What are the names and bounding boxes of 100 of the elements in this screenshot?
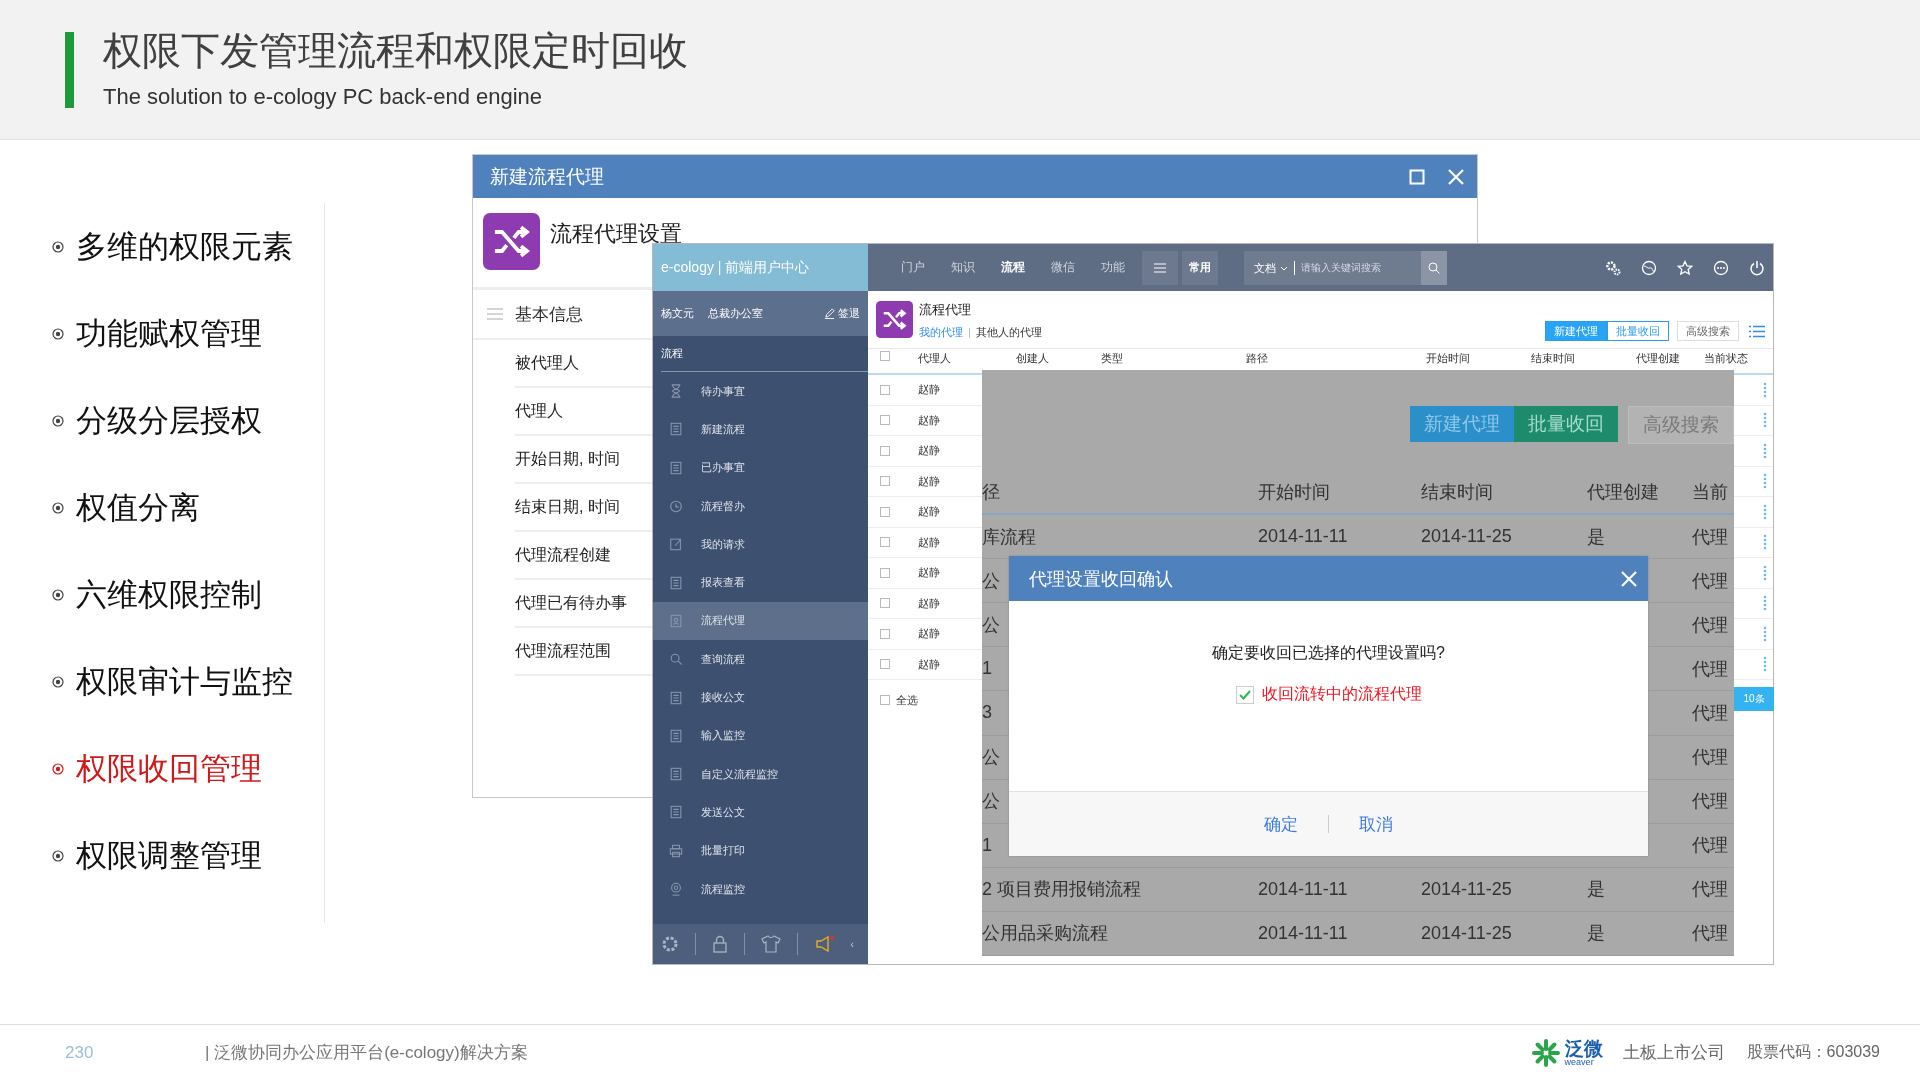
globe-icon[interactable]	[1641, 259, 1657, 276]
document-icon	[669, 805, 683, 820]
action-button[interactable]: 批量收回	[1514, 406, 1618, 442]
list-icon[interactable]	[1749, 324, 1765, 338]
table-cell-text: 公	[982, 613, 1000, 637]
sidebar-item[interactable]: 接收公文	[653, 678, 868, 717]
sidebar-item[interactable]: 批量打印	[653, 831, 868, 870]
table-cell: 赵静	[918, 412, 940, 428]
filter-tab[interactable]: 我的代理	[919, 325, 963, 340]
nav-tab[interactable]: 微信	[1038, 259, 1088, 276]
table-cell: 赵静	[918, 534, 940, 550]
printer-icon	[669, 843, 683, 858]
nav-tab[interactable]: 知识	[938, 259, 988, 276]
nav-tab[interactable]: 功能	[1088, 259, 1138, 276]
star-icon[interactable]	[1677, 259, 1693, 276]
nav-tab[interactable]: 门户	[888, 259, 938, 276]
power-icon[interactable]	[1749, 259, 1765, 276]
filter-tab[interactable]: 其他人的代理	[976, 325, 1042, 340]
logout-link[interactable]: 签退	[824, 306, 860, 321]
table-cell-text: 代理	[1692, 525, 1728, 549]
shirt-icon[interactable]	[761, 935, 782, 953]
column-header: 开始时间	[1426, 351, 1470, 366]
search-button[interactable]	[1421, 250, 1447, 285]
quick-button[interactable]: 常用	[1182, 250, 1218, 285]
vertical-dots-icon[interactable]	[1763, 503, 1767, 520]
sidebar-item[interactable]: 我的请求	[653, 525, 868, 564]
document-icon	[669, 690, 683, 705]
action-button[interactable]: 批量收回	[1607, 321, 1669, 341]
checkbox[interactable]	[880, 567, 890, 578]
checkbox[interactable]	[880, 384, 890, 395]
checkbox[interactable]	[880, 506, 890, 517]
user-name: 杨文元	[661, 306, 694, 321]
dialog-button[interactable]: 确定	[1264, 812, 1298, 836]
table-cell-text: 代理	[1692, 657, 1728, 681]
logo-subtext: weaver	[1564, 1057, 1594, 1067]
table-cell: 赵静	[918, 382, 940, 398]
checkbox[interactable]	[880, 659, 890, 670]
vertical-dots-icon[interactable]	[1763, 595, 1767, 612]
vertical-dots-icon[interactable]	[1763, 564, 1767, 581]
sidebar-item[interactable]: 发送公文	[653, 793, 868, 832]
sidebar-section-title: 流程	[661, 346, 683, 361]
table-cell: 2014-11-25	[1421, 922, 1512, 944]
table-cell: 1	[982, 834, 992, 856]
column-header: 代理创建	[1636, 351, 1680, 366]
checkbox[interactable]	[880, 537, 890, 548]
sidebar-item[interactable]: 查询流程	[653, 640, 868, 679]
pen-icon	[824, 308, 835, 319]
vertical-dots-icon[interactable]	[1763, 656, 1767, 673]
action-button[interactable]: 高级搜索	[1677, 321, 1739, 341]
checkbox[interactable]	[880, 598, 890, 609]
nav-tab[interactable]: 流程	[988, 259, 1038, 276]
column-header: 结束时间	[1421, 480, 1493, 504]
gear-icon[interactable]	[661, 935, 680, 953]
table-cell-text: 代理	[1692, 701, 1728, 725]
search-scope[interactable]: 文档	[1244, 260, 1295, 275]
search-icon	[669, 652, 683, 667]
checkbox[interactable]	[880, 476, 890, 487]
table-cell: 赵静	[918, 626, 940, 642]
sidebar-item[interactable]: 流程代理	[653, 601, 868, 641]
lock-icon[interactable]	[712, 935, 729, 953]
column-header: 当前状态	[1704, 351, 1748, 366]
vertical-dots-icon[interactable]	[1763, 442, 1767, 459]
checkbox[interactable]	[880, 351, 890, 361]
table-cell-text: 代理	[1692, 613, 1728, 637]
sidebar-item[interactable]: 自定义流程监控	[653, 754, 868, 794]
vertical-dots-icon[interactable]	[1763, 625, 1767, 642]
window-title: 新建流程代理	[490, 164, 605, 189]
close-icon[interactable]	[1620, 569, 1638, 588]
topic-label: 多维的权限元素	[76, 227, 293, 266]
maximize-icon[interactable]	[1409, 168, 1425, 185]
dialog-button[interactable]: 取消	[1359, 812, 1393, 836]
checkbox[interactable]	[880, 415, 890, 426]
search-field[interactable]: 文档 请输入关键词搜索	[1244, 250, 1447, 285]
checkbox[interactable]	[1235, 685, 1254, 704]
vertical-dots-icon[interactable]	[1763, 473, 1767, 490]
sidebar-item[interactable]: 待办事宜	[653, 372, 868, 411]
collapse-toggle[interactable]: ‹	[850, 938, 854, 950]
menu-button[interactable]	[1142, 250, 1178, 285]
column-header: 代理人	[918, 351, 951, 366]
checkbox[interactable]	[880, 445, 890, 456]
vertical-dots-icon[interactable]	[1763, 534, 1767, 551]
vertical-dots-icon[interactable]	[1763, 381, 1767, 398]
vertical-dots-icon[interactable]	[1763, 412, 1767, 429]
action-button[interactable]: 新建代理	[1545, 321, 1607, 341]
sidebar-item[interactable]: 报表查看	[653, 563, 868, 602]
section-label: 基本信息	[515, 303, 583, 326]
checkbox[interactable]	[880, 628, 890, 639]
speaker-icon[interactable]	[814, 935, 835, 953]
gears-icon[interactable]	[1605, 259, 1621, 276]
sidebar-item[interactable]: 输入监控	[653, 716, 868, 755]
close-icon[interactable]	[1447, 167, 1465, 186]
more-icon[interactable]	[1713, 259, 1729, 276]
sidebar-item[interactable]: 已办事宜	[653, 448, 868, 487]
sidebar-item[interactable]: 流程督办	[653, 486, 868, 526]
table-cell-text: 2 项目费用报销流程	[982, 878, 1141, 902]
table-cell-text: 代理	[1692, 569, 1728, 593]
topic-label: 权限调整管理	[76, 836, 262, 875]
sidebar-item[interactable]: 新建流程	[653, 410, 868, 449]
checkbox[interactable]	[880, 695, 890, 705]
sidebar-item[interactable]: 流程监控	[653, 869, 868, 909]
